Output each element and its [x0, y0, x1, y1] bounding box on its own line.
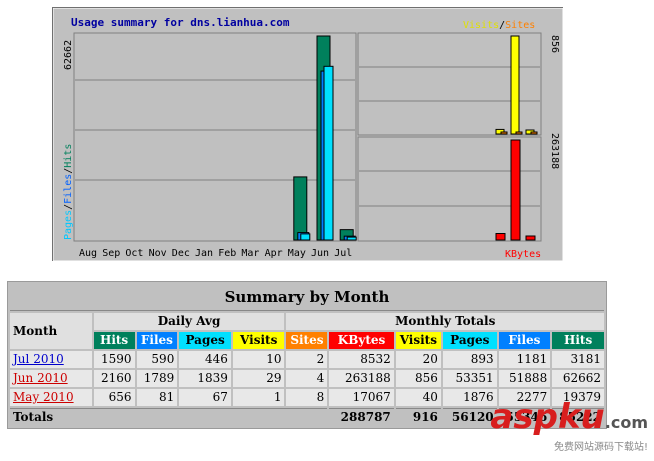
cell-kbytes: 263188	[329, 370, 394, 387]
col-visits: Visits	[395, 332, 441, 349]
watermark-logo: aspku.com	[490, 400, 648, 440]
pages-bar	[346, 236, 357, 241]
cell-avg-pages: 1839	[179, 370, 231, 387]
col-avg-hits: Hits	[93, 332, 135, 349]
col-avg-files: Files	[136, 332, 178, 349]
sites-bar	[515, 131, 523, 135]
cell-visits: 40	[395, 389, 441, 406]
month-link-may-2010[interactable]: May 2010	[13, 390, 74, 404]
cell-visits: 20	[395, 351, 441, 368]
cell-avg-hits: 656	[93, 389, 135, 406]
cell-avg-visits: 1	[232, 389, 285, 406]
col-pages: Pages	[442, 332, 497, 349]
usage-chart-svg: Usage summary for dns.lianhua.com Visits…	[53, 8, 564, 262]
table-row: Jul 2010 1590 590 446 10 2 8532 20 893 1…	[10, 351, 604, 368]
month-axis-label: May	[288, 248, 306, 259]
cell-sites: 4	[286, 370, 328, 387]
total-pages: 56120	[442, 408, 497, 426]
cell-kbytes: 8532	[329, 351, 394, 368]
col-hits: Hits	[552, 332, 604, 349]
col-sites: Sites	[286, 332, 328, 349]
total-visits: 916	[395, 408, 441, 426]
month-axis-label: Oct	[125, 248, 143, 259]
kbytes-bar	[510, 139, 521, 241]
sites-bar	[500, 131, 508, 135]
kbytes-max-label: 263188	[549, 133, 560, 169]
cell-pages: 53351	[442, 370, 497, 387]
watermark-domain: .com	[604, 413, 648, 432]
month-link-jun-2010[interactable]: Jun 2010	[13, 371, 68, 385]
total-kbytes: 288787	[329, 408, 394, 426]
legend-files: Files	[63, 174, 74, 204]
right-legend: Visits/Sites	[463, 20, 535, 31]
legend-pages: Pages	[63, 210, 74, 240]
legend-hits: Hits	[63, 144, 74, 168]
cell-avg-pages: 67	[179, 389, 231, 406]
pages-bar	[323, 65, 334, 241]
month-axis-label: Dec	[172, 248, 190, 259]
cell-avg-hits: 2160	[93, 370, 135, 387]
usage-chart: Usage summary for dns.lianhua.com Visits…	[52, 7, 564, 262]
site-watermark: aspku.com 免费网站源码下载站!	[490, 400, 648, 453]
month-axis-label: Jun	[311, 248, 329, 259]
month-axis-label: Mar	[241, 248, 259, 259]
hits-max-label: 62662	[63, 40, 74, 70]
cell-avg-visits: 29	[232, 370, 285, 387]
cell-pages: 893	[442, 351, 497, 368]
col-kbytes: KBytes	[329, 332, 394, 349]
kbytes-label: KBytes	[505, 249, 541, 260]
daily-avg-header: Daily Avg	[93, 313, 285, 330]
month-header: Month	[10, 313, 92, 349]
chart-title: Usage summary for dns.lianhua.com	[71, 16, 290, 29]
cell-kbytes: 17067	[329, 389, 394, 406]
pages-bar	[300, 233, 311, 241]
summary-title: Summary by Month	[10, 284, 604, 311]
cell-visits: 856	[395, 370, 441, 387]
cell-hits: 3181	[552, 351, 604, 368]
month-axis-label: Aug	[79, 248, 97, 259]
month-axis-label: Nov	[149, 248, 167, 259]
col-avg-visits: Visits	[232, 332, 285, 349]
cell-hits: 62662	[552, 370, 604, 387]
cell-avg-visits: 10	[232, 351, 285, 368]
col-files: Files	[498, 332, 551, 349]
kbytes-bar	[495, 233, 506, 241]
sites-bar	[530, 131, 538, 135]
totals-label: Totals	[10, 408, 328, 426]
watermark-logo-text: aspku	[490, 397, 605, 437]
month-axis-label: Sep	[102, 248, 120, 259]
month-axis-label: Jul	[334, 248, 352, 259]
cell-pages: 1876	[442, 389, 497, 406]
month-axis-label: Feb	[218, 248, 236, 259]
cell-sites: 2	[286, 351, 328, 368]
cell-files: 1181	[498, 351, 551, 368]
visits-max-label: 856	[549, 35, 560, 53]
month-link-jul-2010[interactable]: Jul 2010	[13, 352, 64, 366]
kbytes-bar	[525, 235, 536, 241]
cell-files: 51888	[498, 370, 551, 387]
hits-plot-area	[73, 32, 357, 242]
visits-bar	[510, 35, 520, 135]
month-axis-label: Apr	[265, 248, 283, 259]
cell-avg-files: 1789	[136, 370, 178, 387]
hits-bar	[293, 176, 308, 241]
legend-visits: Visits	[463, 20, 499, 31]
cell-sites: 8	[286, 389, 328, 406]
cell-avg-hits: 1590	[93, 351, 135, 368]
watermark-tagline: 免费网站源码下载站!	[553, 442, 648, 453]
cell-avg-files: 590	[136, 351, 178, 368]
table-row: Jun 2010 2160 1789 1839 29 4 263188 856 …	[10, 370, 604, 387]
cell-avg-files: 81	[136, 389, 178, 406]
col-avg-pages: Pages	[179, 332, 231, 349]
monthly-totals-header: Monthly Totals	[286, 313, 604, 330]
legend-sites: Sites	[505, 20, 535, 31]
left-legend: Pages/Files/Hits	[63, 144, 74, 240]
cell-avg-pages: 446	[179, 351, 231, 368]
month-axis-label: Jan	[195, 248, 213, 259]
